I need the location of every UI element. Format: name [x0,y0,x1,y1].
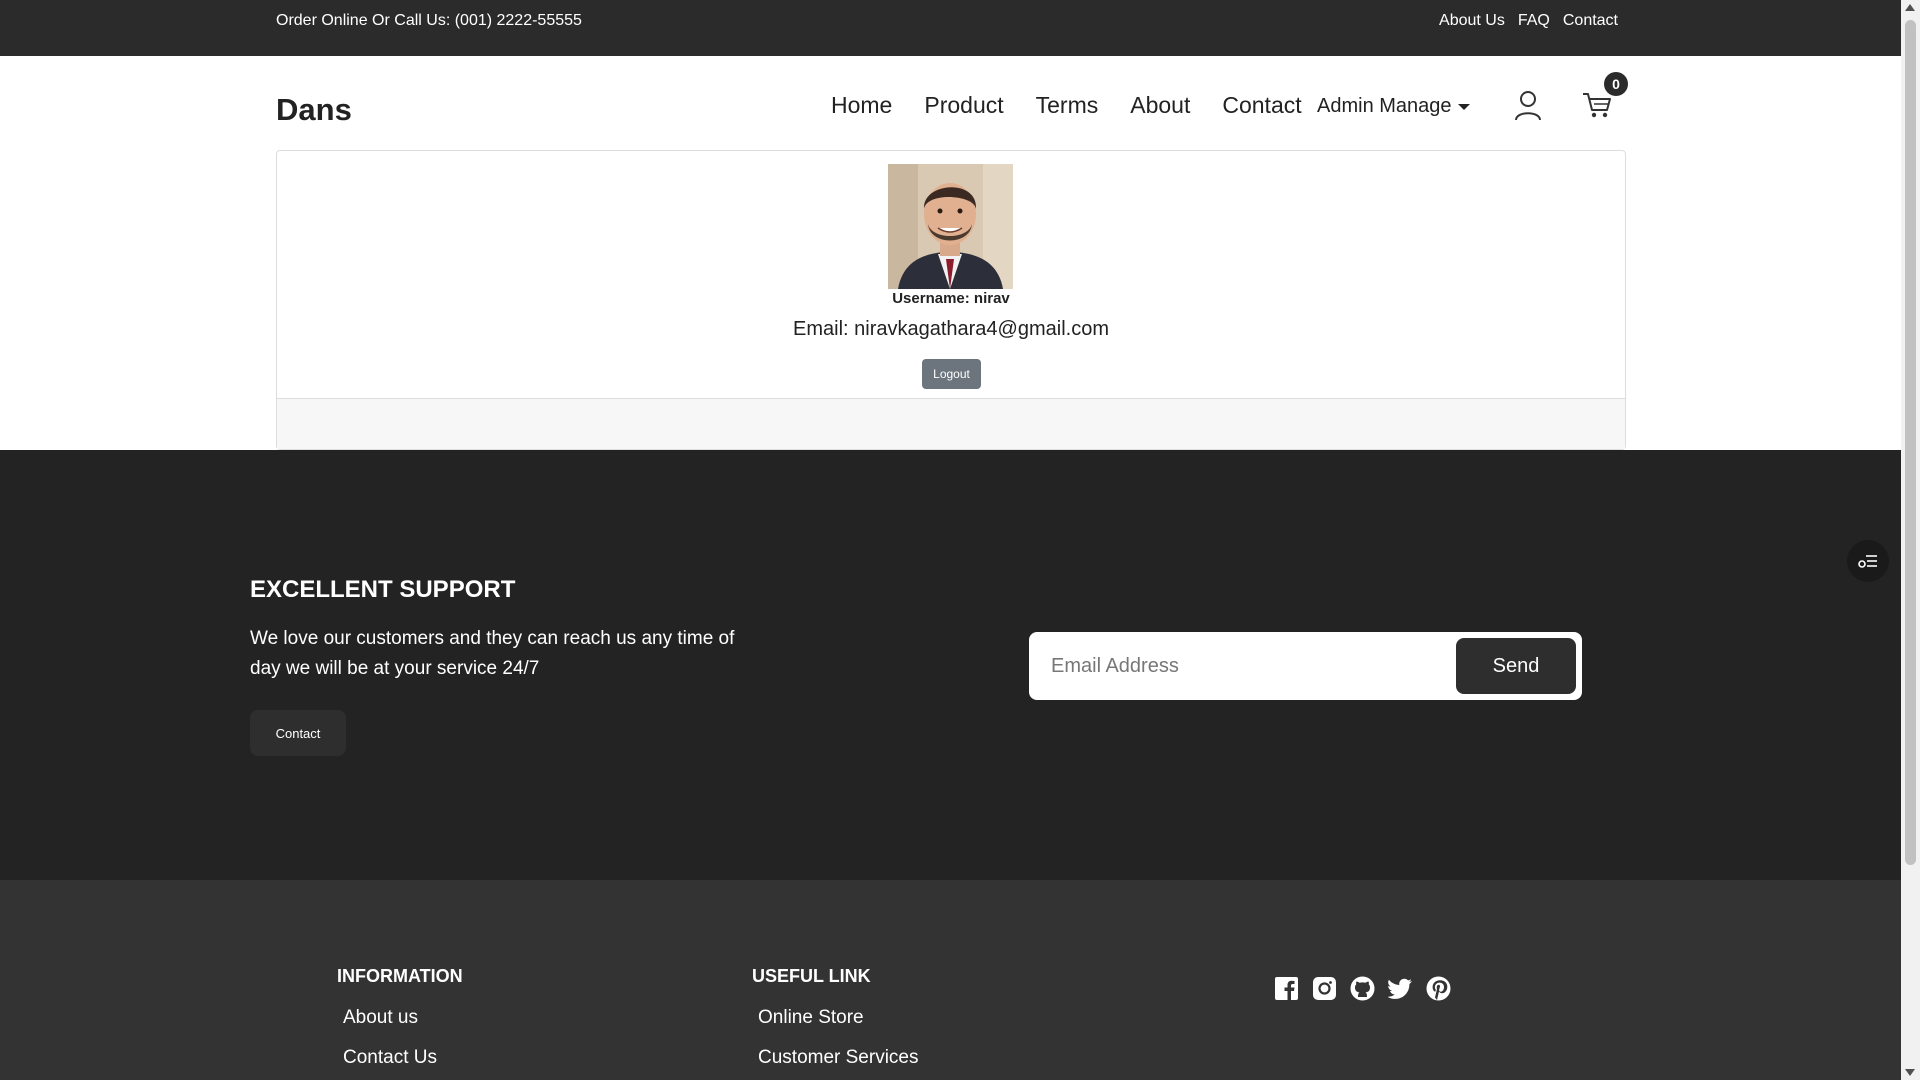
nav-product[interactable]: Product [924,92,1003,119]
top-links: About Us FAQ Contact [1439,12,1618,30]
instagram-icon[interactable] [1312,976,1337,1001]
logout-button[interactable]: Logout [922,359,981,389]
profile-email: Email: niravkagathara4@gmail.com [793,318,1109,340]
nav-home[interactable]: Home [831,92,892,119]
github-icon[interactable] [1350,976,1375,1001]
cart-icon[interactable] [1582,90,1612,120]
page-scrollbar[interactable] [1901,0,1920,1080]
brand-logo[interactable]: Dans [276,92,352,128]
floating-menu-button[interactable] [1847,540,1889,582]
list-settings-icon [1858,555,1877,568]
admin-manage-dropdown[interactable]: Admin Manage [1317,95,1470,118]
support-section: EXCELLENT SUPPORT We love our customers … [0,450,1901,880]
order-call-text: Order Online Or Call Us: (001) 2222-5555… [276,12,582,29]
footer-useful-links: USEFUL LINK Online Store Customer Servic… [752,966,919,1080]
scroll-down-arrow-icon[interactable] [1905,1069,1915,1076]
profile-card: Username: nirav Email: niravkagathara4@g… [276,150,1626,450]
admin-manage-label: Admin Manage [1317,95,1452,117]
card-footer [277,398,1625,449]
site-footer: INFORMATION About us Contact Us USEFUL L… [0,880,1901,1080]
pinterest-icon[interactable] [1426,976,1451,1001]
email-address-input[interactable] [1051,646,1451,686]
nav-terms[interactable]: Terms [1036,92,1099,119]
main-header: Dans Home Product Terms About Contact Ad… [0,56,1901,152]
avatar-image [888,164,1013,289]
footer-link-online-store[interactable]: Online Store [758,1007,919,1029]
footer-link-contact-us[interactable]: Contact Us [343,1047,463,1069]
cart-count-badge: 0 [1604,72,1628,96]
social-links [1274,976,1451,1001]
profile-username: Username: nirav [892,290,1010,307]
facebook-icon[interactable] [1274,976,1299,1001]
footer-link-about-us[interactable]: About us [343,1007,463,1029]
subscribe-form: Send [1029,632,1582,700]
scroll-up-arrow-icon[interactable] [1905,4,1915,11]
footer-useful-heading: USEFUL LINK [752,966,871,986]
footer-info-heading: INFORMATION [337,966,463,986]
user-icon[interactable] [1514,90,1542,122]
top-link-about-us[interactable]: About Us [1439,12,1505,30]
send-button[interactable]: Send [1456,638,1576,694]
twitter-icon[interactable] [1387,976,1413,1001]
scrollbar-thumb[interactable] [1905,20,1916,865]
footer-link-customer-services[interactable]: Customer Services [758,1047,919,1069]
contact-button[interactable]: Contact [250,710,346,756]
support-heading: EXCELLENT SUPPORT [250,576,516,603]
top-link-faq[interactable]: FAQ [1518,12,1550,30]
nav-contact[interactable]: Contact [1222,92,1301,119]
avatar [888,164,1013,289]
top-link-contact[interactable]: Contact [1563,12,1618,30]
footer-information: INFORMATION About us Contact Us [337,966,463,1080]
caret-down-icon [1457,103,1470,110]
top-bar: Order Online Or Call Us: (001) 2222-5555… [0,0,1901,56]
nav-about[interactable]: About [1130,92,1190,119]
support-text: We love our customers and they can reach… [250,628,735,679]
main-nav: Home Product Terms About Contact [831,92,1302,119]
